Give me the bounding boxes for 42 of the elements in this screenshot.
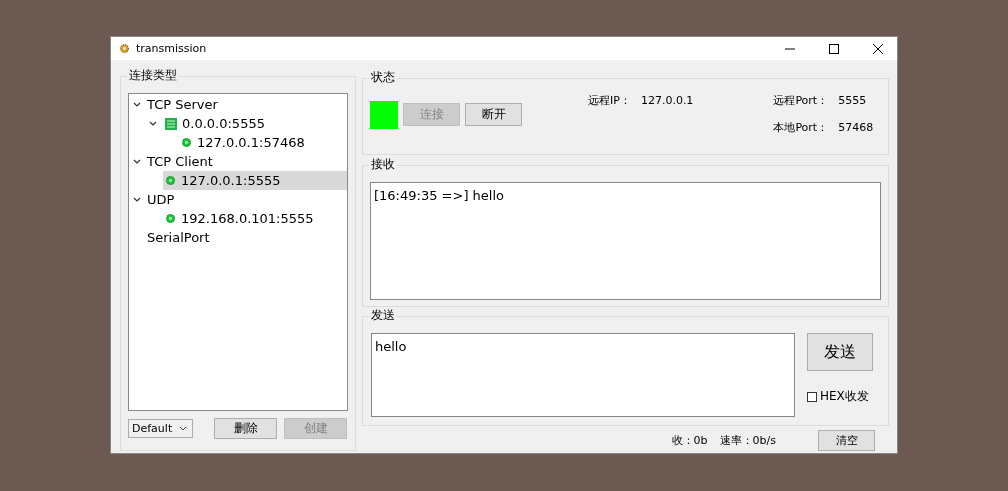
tree-item[interactable]: 0.0.0.0:5555 — [163, 114, 347, 133]
clear-button[interactable]: 清空 — [818, 430, 875, 451]
tree-item[interactable]: 127.0.0.1:57468 — [179, 133, 347, 152]
send-text-area[interactable]: hello — [371, 333, 795, 417]
chevron-icon[interactable] — [133, 101, 141, 108]
checkbox-label: HEX收发 — [820, 388, 869, 405]
mode-dropdown[interactable]: Default — [128, 419, 193, 438]
info-label: 远程Port： — [773, 93, 829, 108]
chevron-icon[interactable] — [133, 196, 141, 203]
maximize-icon[interactable] — [829, 43, 839, 54]
tree-item[interactable]: TCP Server — [147, 95, 347, 114]
panel-title: 发送 — [369, 307, 397, 324]
close-icon[interactable] — [873, 43, 883, 54]
info-value: 57468 — [838, 121, 874, 134]
chevron-icon[interactable] — [133, 158, 141, 165]
info-label: 本地Port： — [773, 120, 829, 135]
chevron-icon[interactable] — [149, 120, 157, 127]
caret-icon — [179, 426, 187, 431]
hex-checkbox[interactable] — [807, 391, 817, 402]
tree-item[interactable]: 192.168.0.101:5555 — [163, 209, 347, 228]
tree-item[interactable]: 127.0.0.1:5555 — [163, 171, 347, 190]
received-count: 收：0b — [671, 433, 708, 448]
node-icon — [181, 137, 192, 148]
node-icon — [165, 213, 176, 224]
panel-title: 连接类型 — [127, 67, 179, 84]
panel-title: 接收 — [369, 156, 397, 173]
send-button[interactable]: 发送 — [807, 333, 873, 371]
gear-icon — [119, 43, 130, 54]
tree-item[interactable]: TCP Client — [147, 152, 347, 171]
tree-item[interactable]: SerialPort — [147, 228, 347, 247]
tree-item[interactable]: UDP — [147, 190, 347, 209]
info-value: 5555 — [838, 94, 867, 107]
action-button[interactable]: 删除 — [214, 418, 277, 439]
connection-button[interactable]: 断开 — [465, 103, 522, 126]
rate-text: 速率：0b/s — [719, 433, 776, 448]
receive-text-area[interactable]: [16:49:35 =>] hello — [370, 182, 881, 300]
node-icon — [165, 175, 176, 186]
info-value: 127.0.0.1 — [640, 94, 694, 107]
window-title: transmission — [136, 42, 207, 55]
server-icon — [165, 117, 177, 130]
info-label: 远程IP： — [588, 93, 631, 108]
panel-title: 状态 — [369, 69, 397, 86]
